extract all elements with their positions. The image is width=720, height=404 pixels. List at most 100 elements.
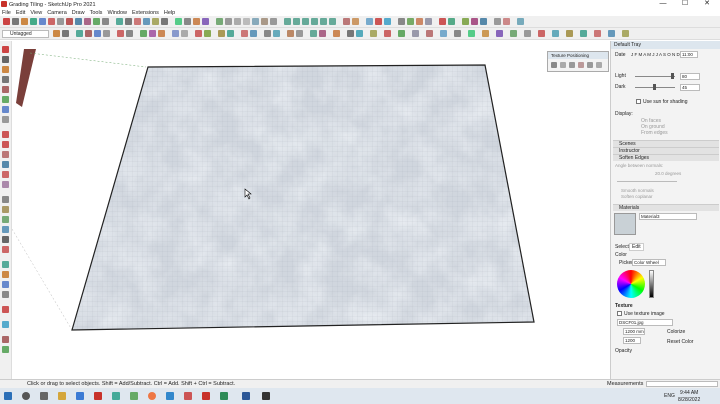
proxy-icon[interactable] [566,30,573,37]
match-photo-icon[interactable] [241,30,248,37]
app-icon[interactable] [94,392,102,400]
zoom-icon[interactable] [2,281,9,288]
layout-icon[interactable] [366,18,373,25]
app-icon[interactable] [166,392,174,400]
advanced-camera-icon[interactable] [250,30,257,37]
text-icon[interactable] [143,18,150,25]
walk-icon[interactable] [2,321,9,328]
sandbox-icon[interactable] [398,18,405,25]
menu-help[interactable]: Help [164,10,175,16]
drawing-viewport[interactable] [12,41,610,379]
offset-icon[interactable] [102,18,109,25]
select-icon[interactable] [3,18,10,25]
clock-time[interactable]: 9:44 AM [680,390,698,396]
styles-icon[interactable] [517,18,524,25]
menu-window[interactable]: Window [107,10,127,16]
app-icon[interactable] [202,392,210,400]
scenes-section-header[interactable]: Scenes [613,140,719,147]
infinite-plane-icon[interactable] [622,30,629,37]
reset-color-button[interactable]: Reset Color [667,339,693,345]
from-edges-checkbox[interactable]: From edges [641,130,668,136]
use-texture-checkbox[interactable] [617,311,622,316]
tag-dropdown[interactable]: Untagged [2,30,49,38]
language-indicator[interactable]: ENG [664,393,675,399]
split-icon[interactable] [503,18,510,25]
3d-text-icon[interactable] [161,18,168,25]
smoove-icon[interactable] [407,18,414,25]
dark-field[interactable]: 45 [680,84,700,91]
tag-icon[interactable] [195,30,202,37]
mesh-icon[interactable] [594,30,601,37]
scale-icon[interactable] [93,18,100,25]
trimble-connect-icon[interactable] [398,30,405,37]
orbit-icon[interactable] [2,261,9,268]
drape-icon[interactable] [425,18,432,25]
wireframe-icon[interactable] [234,18,241,25]
months-strip[interactable]: J F M A M J J A S O N D [631,52,680,57]
orbit-icon[interactable] [175,18,182,25]
rotate-icon[interactable] [2,151,9,158]
layer-color-icon[interactable] [62,30,69,37]
hidden-line-icon[interactable] [243,18,250,25]
outer-shell-icon[interactable] [471,18,478,25]
extension-warehouse-icon[interactable] [352,18,359,25]
arc-icon[interactable] [30,18,37,25]
material-swatch[interactable] [614,213,636,235]
tab-select[interactable]: Select [615,244,629,250]
use-sun-checkbox[interactable] [636,99,641,104]
lights-icon[interactable] [496,30,503,37]
group-icon[interactable] [126,30,133,37]
light-slider-handle[interactable] [671,73,674,79]
app-icon[interactable] [130,392,138,400]
section-plane-icon[interactable] [2,346,9,353]
tape-icon[interactable] [116,18,123,25]
iso-view-icon[interactable] [284,18,291,25]
flip-texture-icon[interactable] [596,62,602,68]
back-view-icon[interactable] [320,18,327,25]
xray-icon[interactable] [225,18,232,25]
section-display-icon[interactable] [287,30,294,37]
dimension-icon[interactable] [2,206,9,213]
clipper-icon[interactable] [608,30,615,37]
look-around-icon[interactable] [2,336,9,343]
app-icon[interactable] [184,392,192,400]
protractor-icon[interactable] [134,18,141,25]
paint-bucket-icon[interactable] [85,30,92,37]
eraser-icon[interactable] [12,18,19,25]
dynamic-components-icon[interactable] [273,30,280,37]
stamp-icon[interactable] [416,18,423,25]
picker-dropdown[interactable]: Color Wheel [632,259,666,266]
generate-report-icon[interactable] [264,30,271,37]
flip-edge-icon[interactable] [448,18,455,25]
chrome-icon[interactable] [148,392,156,400]
zoom-icon[interactable] [193,18,200,25]
tab-edit[interactable]: Edit [629,243,644,251]
eraser-icon[interactable] [2,76,9,83]
dark-slider-handle[interactable] [653,84,656,90]
circle-icon[interactable] [48,18,55,25]
scale-icon[interactable] [2,171,9,178]
add-detail-icon[interactable] [439,18,446,25]
menu-draw[interactable]: Draw [72,10,85,16]
menu-edit[interactable]: Edit [16,10,25,16]
make-component-icon[interactable] [2,56,9,63]
warehouse-share-icon[interactable] [384,30,391,37]
scale-texture-icon[interactable] [578,62,584,68]
file-explorer-icon[interactable] [58,392,66,400]
model-canvas[interactable] [12,41,610,379]
measurements-field[interactable] [646,381,718,387]
fur-icon[interactable] [580,30,587,37]
app-icon[interactable] [112,392,120,400]
zoom-extents-icon[interactable] [202,18,209,25]
look-around-icon[interactable] [149,30,156,37]
start-icon[interactable] [4,392,12,400]
scenes-icon[interactable] [227,30,234,37]
shaded-textures-icon[interactable] [261,18,268,25]
section-cuts-icon[interactable] [296,30,303,37]
subtract-icon[interactable] [384,18,391,25]
circle-icon[interactable] [2,116,9,123]
smooth-normals-checkbox[interactable]: Smooth normals [621,188,654,193]
menu-view[interactable]: View [30,10,42,16]
photo-texture-icon[interactable] [310,30,317,37]
tape-measure-icon[interactable] [2,196,9,203]
